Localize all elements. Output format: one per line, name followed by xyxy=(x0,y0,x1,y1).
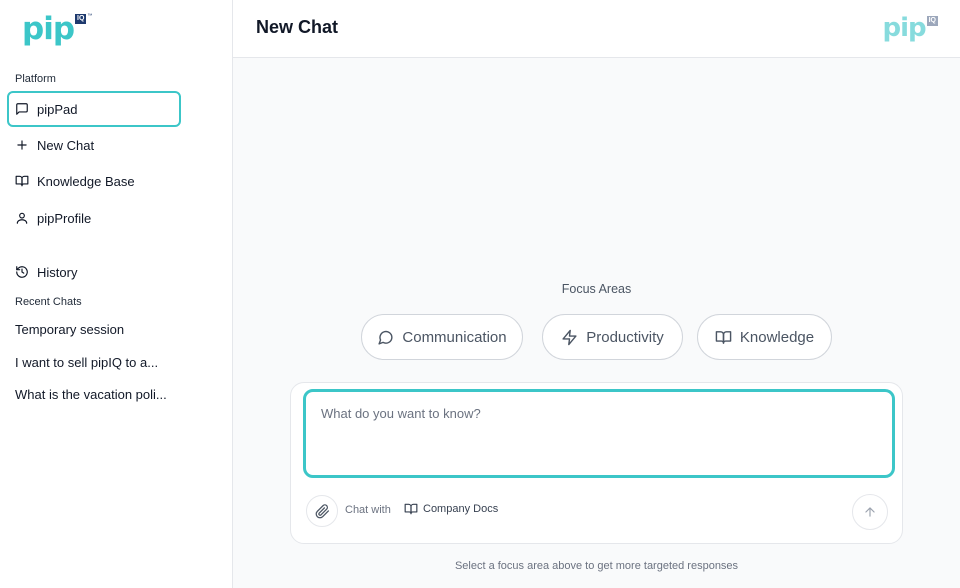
sidebar-item-knowledge-base[interactable]: Knowledge Base xyxy=(7,163,181,199)
sidebar-item-label: History xyxy=(37,264,78,280)
sidebar: pip IQ ™ Platform pipPad New Chat Knowle… xyxy=(0,0,233,588)
message-square-icon xyxy=(16,103,28,115)
logo-badge: IQ xyxy=(75,14,87,24)
chat-composer: What do you want to know? Chat with Comp… xyxy=(290,382,903,544)
book-open-icon xyxy=(15,175,29,187)
sidebar-item-label: pipProfile xyxy=(37,210,92,226)
chat-with-label: Chat with xyxy=(345,504,391,516)
recent-chat-item[interactable]: Temporary session xyxy=(15,322,215,337)
focus-productivity-button[interactable]: Productivity xyxy=(542,314,683,360)
history-icon xyxy=(16,266,28,278)
focus-communication-button[interactable]: Communication xyxy=(361,314,523,360)
focus-areas-label: Focus Areas xyxy=(561,282,632,296)
header: New Chat pip IQ xyxy=(233,0,960,58)
focus-hint-text: Select a focus area above to get more ta… xyxy=(454,560,739,572)
sidebar-item-label: Knowledge Base xyxy=(37,173,135,189)
message-input[interactable]: What do you want to know? xyxy=(303,389,895,478)
focus-button-label: Productivity xyxy=(586,328,664,346)
sidebar-item-label: New Chat xyxy=(37,137,95,153)
send-button[interactable] xyxy=(852,494,888,530)
book-open-icon xyxy=(404,503,418,515)
logo-text: pip xyxy=(882,13,926,43)
book-open-icon xyxy=(715,330,732,344)
sidebar-item-pipprofile[interactable]: pipProfile xyxy=(7,200,181,236)
sidebar-item-label: pipPad xyxy=(37,101,78,117)
zap-icon xyxy=(562,329,577,345)
company-docs-label: Company Docs xyxy=(423,503,499,515)
platform-label: Platform xyxy=(15,73,56,85)
user-icon xyxy=(16,212,28,224)
plus-icon xyxy=(17,140,27,150)
logo-text: pip xyxy=(22,11,75,47)
page-title: New Chat xyxy=(256,17,339,37)
message-circle-icon xyxy=(378,330,393,345)
sidebar-item-pippad[interactable]: pipPad xyxy=(7,91,181,127)
arrow-up-icon xyxy=(865,507,875,517)
recent-chat-item[interactable]: I want to sell pipIQ to a... xyxy=(15,355,215,370)
pip-logo[interactable]: pip IQ ™ xyxy=(22,12,92,46)
paperclip-icon xyxy=(315,503,329,518)
logo-badge: IQ xyxy=(926,16,938,26)
header-logo: pip IQ xyxy=(882,14,938,42)
recent-chat-item[interactable]: What is the vacation poli... xyxy=(15,387,215,402)
focus-knowledge-button[interactable]: Knowledge xyxy=(697,314,832,360)
focus-button-label: Communication xyxy=(402,328,507,346)
main-panel: New Chat pip IQ Focus Areas Communicatio… xyxy=(233,0,960,588)
sidebar-item-new-chat[interactable]: New Chat xyxy=(7,127,181,163)
recent-chats-label: Recent Chats xyxy=(15,296,82,308)
focus-button-label: Knowledge xyxy=(739,328,815,346)
attach-button[interactable] xyxy=(306,495,338,527)
logo-trademark: ™ xyxy=(87,13,93,19)
company-docs-source[interactable]: Company Docs xyxy=(404,502,498,516)
sidebar-item-history[interactable]: History xyxy=(7,254,181,290)
